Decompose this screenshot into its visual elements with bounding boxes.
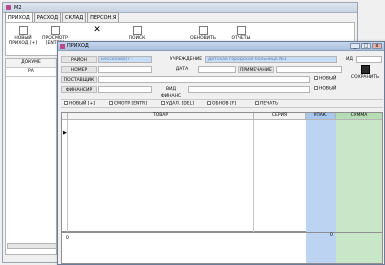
summa-total-cell [336,233,382,263]
documents-grid-header: ДОКУМЕ [6,59,56,68]
main-tabs: ПРИХОД РАСХОД СКЛАД ПЕРСОН.Я [5,12,120,22]
date-field[interactable] [198,66,236,73]
refresh-button[interactable]: ОБНОВИТЬ [188,26,218,41]
tovar-header[interactable]: ТОВАР [68,113,254,119]
summa-column-fill [336,120,382,232]
documents-grid[interactable]: ДОКУМЕ РА [5,58,57,255]
vid-finans-label: ВИД ФИНАНС [160,87,182,99]
new-prihod-button[interactable]: НОВЫЙ ПРИХОД [+] [8,26,38,46]
dialog-titlebar: ПРИХОД _ □ x [58,42,384,51]
finansir-label: ФИНАНСИР [61,86,97,93]
primechanie-field[interactable] [276,66,342,73]
seriya-header[interactable]: СЕРИЯ [254,113,306,119]
dialog-title: ПРИХОД [67,43,89,49]
totals-count: 0 [66,236,69,241]
documents-grid-subheader: РА [6,68,56,77]
minimize-button[interactable]: _ [350,43,360,49]
tab-personal[interactable]: ПЕРСОН.Я [87,12,120,22]
items-grid-header: ТОВАР СЕРИЯ УПАК. СУММА [62,113,382,120]
checkbox-icon [314,76,318,80]
delete-button[interactable]: ✕ [82,26,112,36]
nomer-label: НОМЕР [61,66,97,73]
nomer-field[interactable] [98,66,152,73]
tab-prihod[interactable]: ПРИХОД [5,12,33,22]
save-button[interactable]: СОХРАНИТЬ [348,63,382,87]
new-prihod-label: НОВЫЙ ПРИХОД [+] [8,36,38,46]
data-label: ДАТА [175,67,189,72]
print-icon [236,26,246,35]
novyi-finans-checkbox[interactable]: НОВЫЙ [314,86,336,93]
view-icon [109,101,113,105]
prihod-dialog: ПРИХОД _ □ x РАЙОН Бессонова(? - УЧРЕЖДЕ… [57,41,385,265]
main-window-title: М2 [14,5,22,11]
upak-header[interactable]: УПАК. [306,113,336,119]
refresh-icon [207,101,211,105]
close-button[interactable]: x [372,43,382,49]
view-item-label: СМОТР [ENTR] [114,101,148,107]
id-field[interactable] [356,56,382,63]
novyi-finans-label: НОВЫЙ [319,86,337,92]
tab-sklad[interactable]: СКЛАД [62,12,87,22]
documents-hscrollbar[interactable] [7,243,57,249]
rayon-field[interactable]: Бессонова(? - [98,56,152,63]
rayon-label: РАЙОН [61,56,97,63]
save-label: СОХРАНИТЬ [350,75,380,80]
document-icon [18,26,28,35]
novyi-postavshik-checkbox[interactable]: НОВЫЙ [314,76,336,83]
delete-icon [161,101,165,105]
document-icon [50,26,60,35]
refresh-items-label: ОБНОВ [F] [212,101,237,107]
floppy-disk-icon [360,65,370,74]
summa-header[interactable]: СУММА [336,113,382,119]
grid-divider [67,120,68,232]
print-icon [255,101,259,105]
refresh-icon [198,26,208,35]
id-label: ИД [346,57,353,62]
reports-button[interactable]: ОТЧЕТЫ [226,26,256,41]
finansir-field[interactable] [98,86,152,93]
view-item-button[interactable]: СМОТР [ENTR] [109,101,147,108]
add-icon [64,101,68,105]
postavshik-label: ПОСТАВЩИК [61,76,97,83]
tab-rashod[interactable]: РАСХОД [33,12,61,22]
search-button[interactable]: ПОИСК [122,26,152,41]
novyi-postavshik-label: НОВЫЙ [319,76,337,82]
upak-column-fill [306,120,336,232]
uchrezhdenie-label: УЧРЕЖДЕНИЕ [169,57,203,62]
app-icon [60,44,65,49]
app-icon [6,5,11,10]
uchrezhdenie-field[interactable]: Детская городская больница №1 [205,56,337,63]
print-label: ПЕЧАТЬ [260,101,279,107]
items-toolbar: НОВЫЙ [+] СМОТР [ENTR] УДАЛ. [DEL] ОБНОВ… [61,99,383,108]
current-row-marker: ▶ [63,130,67,136]
upak-total-value: 0 [330,233,333,238]
delete-item-label: УДАЛ. [DEL] [166,101,194,107]
refresh-items-button[interactable]: ОБНОВ [F] [207,101,236,108]
maximize-button[interactable]: □ [361,43,371,49]
checkbox-icon [314,86,318,90]
items-grid[interactable]: ТОВАР СЕРИЯ УПАК. СУММА ▶ [61,112,383,232]
vid-finans-field[interactable] [188,86,310,93]
new-item-button[interactable]: НОВЫЙ [+] [64,101,95,108]
search-icon [132,26,142,35]
delete-item-button[interactable]: УДАЛ. [DEL] [161,101,194,108]
primechanie-label: ПРИМЕЧАНИЕ [238,66,274,73]
totals-area: 0 0 [61,232,383,264]
grid-divider [253,120,254,232]
print-button[interactable]: ПЕЧАТЬ [255,101,278,108]
postavshik-field[interactable] [98,76,310,83]
close-icon: ✕ [92,25,102,35]
new-item-label: НОВЫЙ [+] [69,101,96,107]
